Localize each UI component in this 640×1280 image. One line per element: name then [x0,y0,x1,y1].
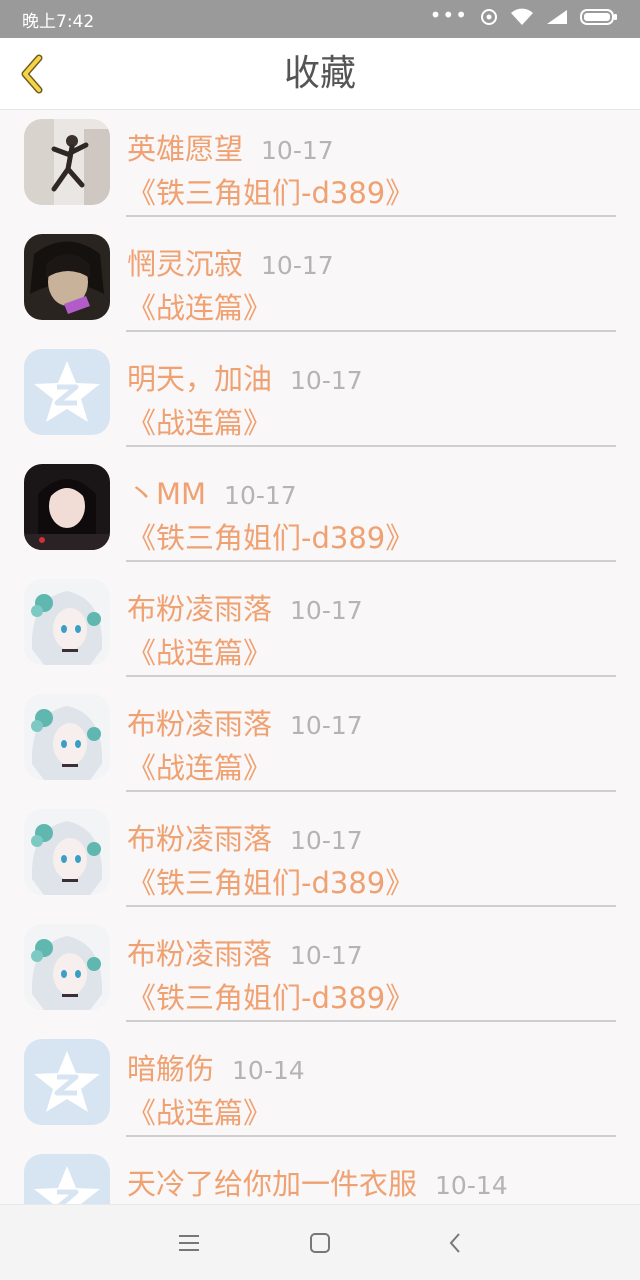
book-title[interactable]: 《铁三角姐们-d389》 [127,170,414,212]
item-date: 10-17 [290,366,363,395]
list-item[interactable]: 丶MM 10-17 《铁三角姐们-d389》 [0,455,640,570]
divider [126,790,616,792]
list-item[interactable]: 明天，加油 10-17 《战连篇》 [0,340,640,455]
signal-icon [546,9,568,30]
user-name[interactable]: 布粉凌雨落 [127,816,272,858]
user-name[interactable]: 惘灵沉寂 [127,241,243,283]
item-header: 惘灵沉寂 10-17 [127,241,334,281]
divider [126,1020,616,1022]
avatar[interactable] [24,579,110,665]
divider [126,445,616,447]
avatar[interactable] [24,924,110,1010]
book-title[interactable]: 《铁三角姐们-d389》 [127,860,414,902]
item-date: 10-17 [261,136,334,165]
status-bar: 晚上7:42 ••• [0,0,640,38]
book-title[interactable]: 《战连篇》 [127,745,272,787]
book-title[interactable]: 《战连篇》 [127,285,272,327]
avatar[interactable] [24,1039,110,1125]
avatar[interactable] [24,234,110,320]
list-item[interactable]: 布粉凌雨落 10-17 《战连篇》 [0,570,640,685]
item-date: 10-17 [290,596,363,625]
wifi-icon [510,8,534,31]
status-icons: ••• [429,3,618,31]
divider [126,905,616,907]
list-item[interactable]: 惘灵沉寂 10-17 《战连篇》 [0,225,640,340]
system-nav-bar [0,1204,640,1280]
divider [126,1135,616,1137]
home-button[interactable] [302,1225,338,1261]
list-item[interactable]: 布粉凌雨落 10-17 《铁三角姐们-d389》 [0,915,640,1030]
user-name[interactable]: 天冷了给你加一件衣服 [127,1161,417,1203]
item-date: 10-17 [290,826,363,855]
status-time: 晚上7:42 [22,11,95,32]
item-header: 天冷了给你加一件衣服 10-14 [127,1161,508,1201]
item-date: 10-14 [232,1056,305,1085]
user-name[interactable]: 布粉凌雨落 [127,701,272,743]
list-item[interactable]: 布粉凌雨落 10-17 《铁三角姐们-d389》 [0,800,640,915]
header-bar: 收藏 [0,38,640,110]
user-name[interactable]: 丶MM [127,471,206,513]
book-title[interactable]: 《战连篇》 [127,1090,272,1132]
avatar[interactable] [24,809,110,895]
item-header: 布粉凌雨落 10-17 [127,586,363,626]
user-name[interactable]: 英雄愿望 [127,126,243,168]
user-name[interactable]: 布粉凌雨落 [127,586,272,628]
item-header: 英雄愿望 10-17 [127,126,334,166]
favorites-list[interactable]: 英雄愿望 10-17 《铁三角姐们-d389》 惘灵沉寂 10-17 《战连篇》 明天，加油… [0,110,640,1204]
user-name[interactable]: 暗觞伤 [127,1046,214,1088]
book-title[interactable]: 《铁三角姐们-d389》 [127,975,414,1017]
book-title[interactable]: 《战连篇》 [127,630,272,672]
list-item[interactable]: 布粉凌雨落 10-17 《战连篇》 [0,685,640,800]
avatar[interactable] [24,349,110,435]
user-name[interactable]: 布粉凌雨落 [127,931,272,973]
avatar[interactable] [24,119,110,205]
item-header: 布粉凌雨落 10-17 [127,931,363,971]
battery-icon [580,8,618,31]
item-date: 10-17 [261,251,334,280]
menu-button[interactable] [171,1225,207,1261]
book-title[interactable]: 《铁三角姐们-d389》 [127,515,414,557]
list-item[interactable]: 暗觞伤 10-14 《战连篇》 [0,1030,640,1145]
book-title[interactable]: 《战连篇》 [127,400,272,442]
list-item[interactable]: 英雄愿望 10-17 《铁三角姐们-d389》 [0,110,640,225]
hotspot-icon [480,8,498,31]
item-header: 布粉凌雨落 10-17 [127,816,363,856]
divider [126,560,616,562]
item-header: 丶MM 10-17 [127,471,297,511]
item-date: 10-17 [290,711,363,740]
more-dots-icon: ••• [429,3,468,27]
avatar[interactable] [24,1154,110,1204]
back-chevron-icon [449,1233,460,1253]
divider [126,215,616,217]
item-header: 暗觞伤 10-14 [127,1046,305,1086]
item-header: 明天，加油 10-17 [127,356,363,396]
avatar[interactable] [24,464,110,550]
item-date: 10-17 [290,941,363,970]
item-header: 布粉凌雨落 10-17 [127,701,363,741]
list-item[interactable]: 天冷了给你加一件衣服 10-14 [0,1145,640,1204]
page-title: 收藏 [283,53,356,94]
item-date: 10-14 [435,1171,508,1200]
divider [126,675,616,677]
menu-icon [179,1235,199,1251]
divider [126,330,616,332]
system-back-button[interactable] [437,1225,473,1261]
item-date: 10-17 [224,481,297,510]
home-square-icon [310,1233,330,1253]
avatar[interactable] [24,694,110,780]
user-name[interactable]: 明天，加油 [127,356,272,398]
